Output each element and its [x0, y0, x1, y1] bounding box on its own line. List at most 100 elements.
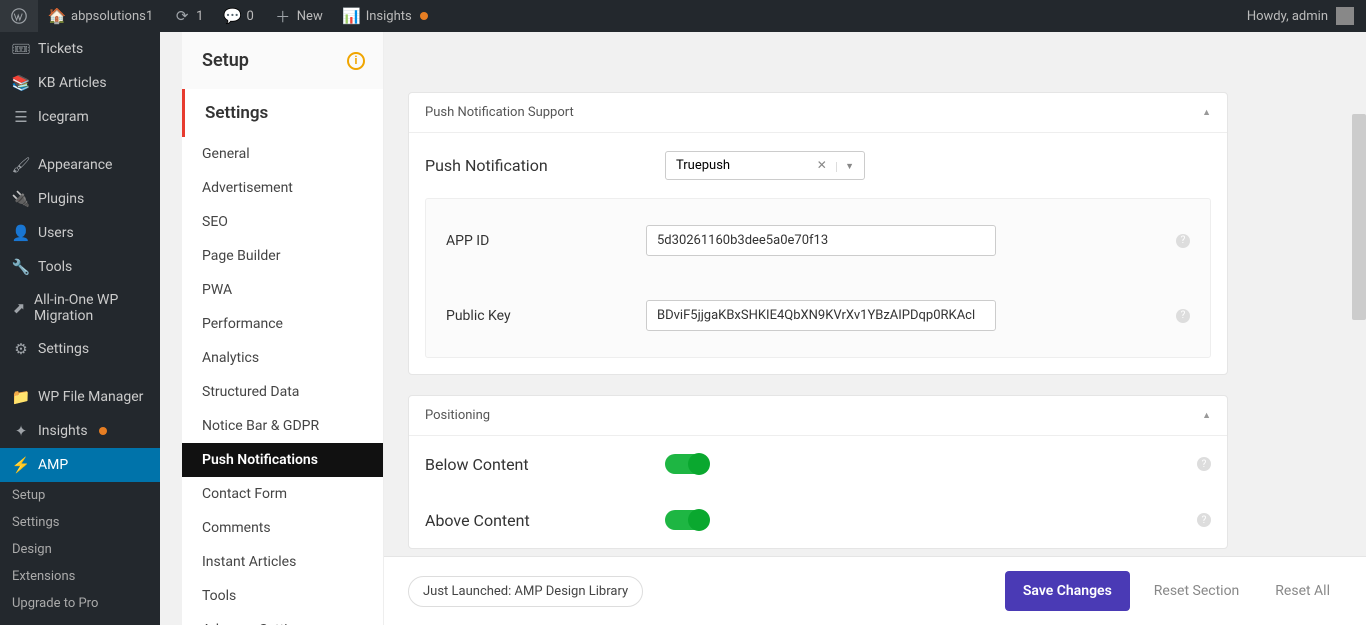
- announcement-pill[interactable]: Just Launched: AMP Design Library: [408, 576, 643, 607]
- account-item[interactable]: Howdy, admin: [1247, 7, 1354, 25]
- notification-dot-icon: [420, 12, 428, 20]
- menu-insights[interactable]: ✦Insights: [0, 414, 160, 448]
- tab-tools[interactable]: Tools: [182, 579, 383, 613]
- tab-seo[interactable]: SEO: [182, 205, 383, 239]
- brush-icon: 🖌: [12, 156, 30, 174]
- new-label: New: [297, 9, 323, 24]
- chevron-down-icon[interactable]: ▼: [836, 162, 854, 172]
- book-icon: 📚: [12, 74, 30, 92]
- tab-structured-data[interactable]: Structured Data: [182, 375, 383, 409]
- reset-all-button[interactable]: Reset All: [1263, 575, 1342, 607]
- main-panel: Push Notification Support ▲ Push Notific…: [384, 32, 1366, 625]
- reset-section-button[interactable]: Reset Section: [1142, 575, 1252, 607]
- save-button[interactable]: Save Changes: [1005, 571, 1130, 611]
- site-name: abpsolutions1: [71, 9, 153, 24]
- positioning-card: Positioning ▲ Below Content ? Above Cont…: [408, 395, 1228, 549]
- updates-item[interactable]: ⟳ 1: [163, 0, 213, 32]
- menu-wpfm[interactable]: 📁WP File Manager: [0, 380, 160, 414]
- credentials-panel: APP ID ? Public Key ?: [425, 198, 1211, 358]
- tab-pwa[interactable]: PWA: [182, 273, 383, 307]
- positioning-header[interactable]: Positioning ▲: [409, 396, 1227, 436]
- tab-page-builder[interactable]: Page Builder: [182, 239, 383, 273]
- menu-users[interactable]: 👤Users: [0, 216, 160, 250]
- user-icon: 👤: [12, 224, 30, 242]
- toggle-knob-icon: [688, 509, 710, 531]
- amp-icon: ⚡: [12, 456, 30, 474]
- push-support-card: Push Notification Support ▲ Push Notific…: [408, 92, 1228, 375]
- submenu-design[interactable]: Design: [0, 536, 160, 563]
- pubkey-input[interactable]: [646, 300, 996, 331]
- tab-push-notifications[interactable]: Push Notifications: [182, 443, 383, 477]
- ticket-icon: 🎟: [12, 40, 30, 58]
- comments-item[interactable]: 💬 0: [213, 0, 263, 32]
- insights-label: Insights: [366, 9, 412, 24]
- chevron-up-icon: ▲: [1202, 107, 1211, 118]
- setup-header[interactable]: Setup i: [182, 32, 383, 89]
- tab-contact-form[interactable]: Contact Form: [182, 477, 383, 511]
- updates-count: 1: [196, 9, 203, 24]
- submenu-extensions[interactable]: Extensions: [0, 563, 160, 590]
- insights-bar-item[interactable]: 📊 Insights: [333, 0, 438, 32]
- submenu-settings[interactable]: Settings: [0, 509, 160, 536]
- comment-icon: 💬: [223, 7, 241, 25]
- below-content-label: Below Content: [425, 455, 665, 474]
- submenu-upgrade[interactable]: Upgrade to Pro: [0, 590, 160, 617]
- push-notification-label: Push Notification: [425, 156, 665, 175]
- tab-advance-settings[interactable]: Advance Settings: [182, 613, 383, 625]
- tab-analytics[interactable]: Analytics: [182, 341, 383, 375]
- howdy-text: Howdy, admin: [1247, 9, 1328, 24]
- toggle-knob-icon: [688, 453, 710, 475]
- icegram-icon: ☰: [12, 108, 30, 126]
- notification-dot-icon: [99, 427, 107, 435]
- menu-tickets[interactable]: 🎟Tickets: [0, 32, 160, 66]
- menu-amp[interactable]: ⚡AMP: [0, 448, 160, 482]
- chart-icon: 📊: [343, 7, 361, 25]
- help-icon[interactable]: ?: [1197, 457, 1211, 471]
- pubkey-label: Public Key: [446, 308, 646, 324]
- admin-bar: 🏠 abpsolutions1 ⟳ 1 💬 0 ＋ New 📊 Insights: [0, 0, 1366, 32]
- submenu-setup[interactable]: Setup: [0, 482, 160, 509]
- chevron-up-icon: ▲: [1202, 410, 1211, 421]
- menu-appearance[interactable]: 🖌Appearance: [0, 148, 160, 182]
- scrollbar-thumb[interactable]: [1352, 114, 1366, 320]
- push-support-title: Push Notification Support: [425, 105, 574, 120]
- wordpress-icon: [10, 8, 28, 24]
- migration-icon: ⬈: [12, 299, 26, 317]
- tab-performance[interactable]: Performance: [182, 307, 383, 341]
- tab-comments[interactable]: Comments: [182, 511, 383, 545]
- clear-icon[interactable]: ✕: [817, 158, 827, 172]
- positioning-title: Positioning: [425, 408, 490, 423]
- tab-general[interactable]: General: [182, 137, 383, 171]
- home-icon: 🏠: [48, 7, 66, 25]
- menu-settings[interactable]: ⚙Settings: [0, 332, 160, 366]
- tab-advertisement[interactable]: Advertisement: [182, 171, 383, 205]
- new-item[interactable]: ＋ New: [264, 0, 333, 32]
- site-name-item[interactable]: 🏠 abpsolutions1: [38, 0, 163, 32]
- plus-icon: ＋: [274, 6, 292, 27]
- menu-kb[interactable]: 📚KB Articles: [0, 66, 160, 100]
- push-support-header[interactable]: Push Notification Support ▲: [409, 93, 1227, 133]
- above-content-toggle[interactable]: [665, 510, 709, 530]
- tab-instant-articles[interactable]: Instant Articles: [182, 545, 383, 579]
- menu-plugins[interactable]: 🔌Plugins: [0, 182, 160, 216]
- menu-tools[interactable]: 🔧Tools: [0, 250, 160, 284]
- below-content-toggle[interactable]: [665, 454, 709, 474]
- help-icon[interactable]: ?: [1176, 309, 1190, 323]
- sliders-icon: ⚙: [12, 340, 30, 358]
- info-icon: i: [347, 52, 365, 70]
- amp-settings-sidebar: Setup i Settings General Advertisement S…: [182, 32, 384, 625]
- help-icon[interactable]: ?: [1176, 234, 1190, 248]
- push-provider-select[interactable]: Truepush ✕ ▼: [665, 151, 865, 180]
- menu-icegram[interactable]: ☰Icegram: [0, 100, 160, 134]
- above-content-label: Above Content: [425, 511, 665, 530]
- wp-admin-sidebar: 🎟Tickets 📚KB Articles ☰Icegram 🖌Appearan…: [0, 32, 160, 625]
- wp-logo-item[interactable]: [0, 0, 38, 32]
- action-bar: Just Launched: AMP Design Library Save C…: [384, 556, 1366, 625]
- help-icon[interactable]: ?: [1197, 513, 1211, 527]
- tab-notice-bar[interactable]: Notice Bar & GDPR: [182, 409, 383, 443]
- appid-input[interactable]: [646, 225, 996, 256]
- menu-aio[interactable]: ⬈All-in-One WP Migration: [0, 284, 160, 332]
- avatar-icon: [1336, 7, 1354, 25]
- setup-title: Setup: [202, 50, 249, 71]
- wrench-icon: 🔧: [12, 258, 30, 276]
